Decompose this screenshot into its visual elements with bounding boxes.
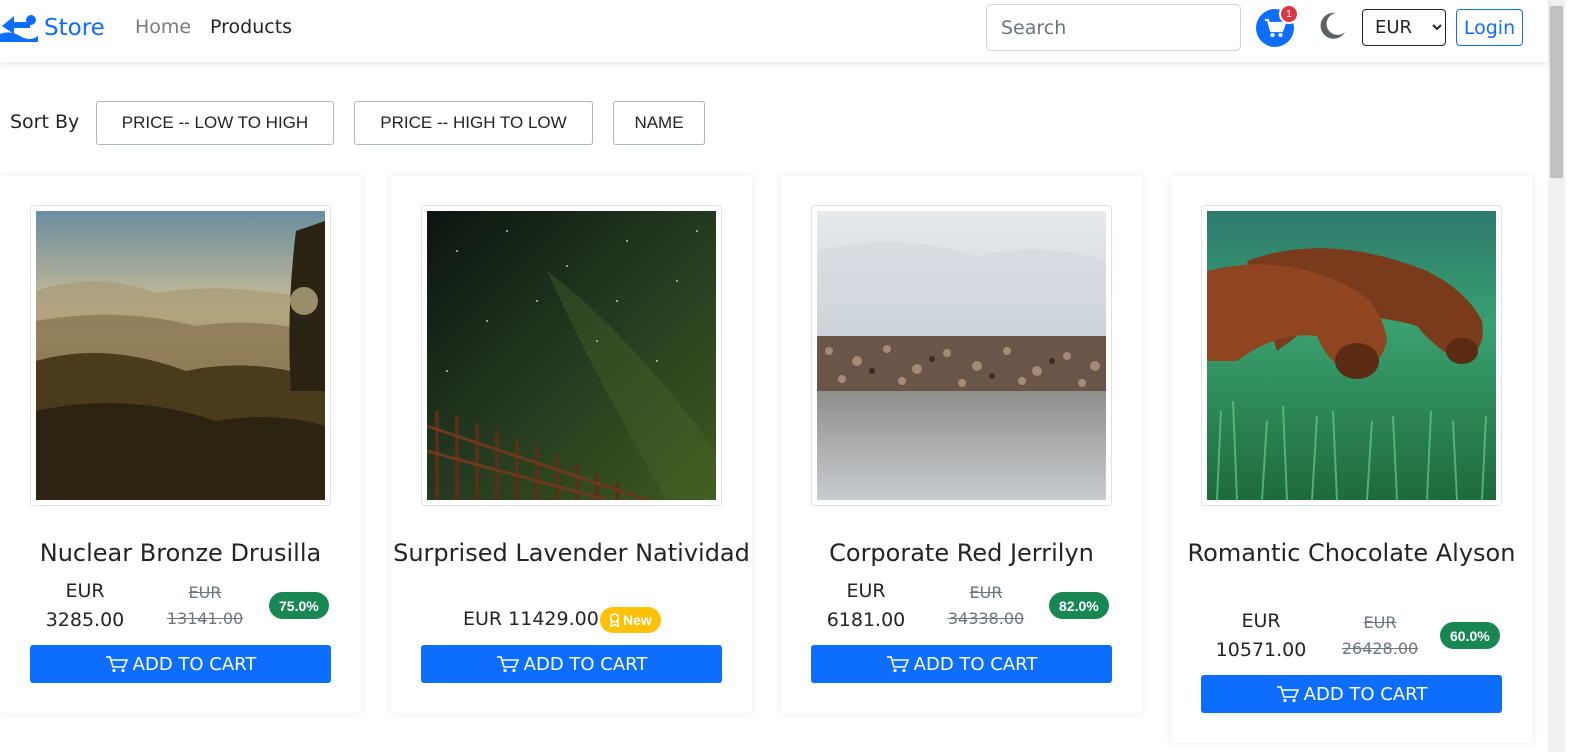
- login-button[interactable]: Login: [1456, 9, 1523, 46]
- moon-icon: [1320, 12, 1345, 39]
- product-card: Romantic Chocolate Alyson EUR 10571.00 E…: [1171, 176, 1532, 743]
- sort-price-high-low-button[interactable]: PRICE -- HIGH TO LOW: [354, 101, 593, 145]
- sort-name-button[interactable]: NAME: [613, 101, 705, 145]
- price-amount: 6181.00: [826, 609, 906, 631]
- add-cart-icon: [886, 656, 909, 673]
- page-scrollbar[interactable]: [1548, 0, 1565, 752]
- sort-price-low-high-button[interactable]: PRICE -- LOW TO HIGH: [96, 101, 334, 145]
- brand-link[interactable]: Store: [0, 10, 105, 46]
- product-card: Nuclear Bronze Drusilla EUR 3285.00 EUR …: [0, 176, 361, 713]
- add-to-cart-button[interactable]: ADD TO CART: [811, 645, 1112, 683]
- product-price: EUR 3285.00: [30, 577, 140, 635]
- add-to-cart-label: ADD TO CART: [523, 653, 648, 675]
- product-price: EUR 11429.00: [463, 608, 599, 630]
- add-cart-icon: [1276, 686, 1299, 703]
- add-cart-icon: [496, 656, 519, 673]
- search-input[interactable]: [986, 4, 1241, 51]
- add-to-cart-button[interactable]: ADD TO CART: [1201, 675, 1502, 713]
- discount-badge: 75.0%: [269, 592, 329, 619]
- product-photo: [427, 211, 716, 500]
- add-to-cart-label: ADD TO CART: [132, 653, 257, 675]
- price-amount: 3285.00: [45, 609, 125, 631]
- original-price: EUR 13141.00: [166, 583, 244, 628]
- scrollbar-thumb[interactable]: [1550, 6, 1563, 178]
- brand-name: Store: [44, 15, 105, 41]
- price-currency: EUR: [65, 580, 105, 602]
- new-badge-label: New: [623, 612, 652, 628]
- currency-select[interactable]: EUR: [1362, 9, 1446, 46]
- product-image[interactable]: [421, 205, 722, 506]
- product-title[interactable]: Nuclear Bronze Drusilla: [0, 538, 361, 568]
- product-title[interactable]: Romantic Chocolate Alyson: [1171, 538, 1532, 568]
- product-card: Surprised Lavender Natividad EUR 11429.0…: [391, 176, 752, 713]
- price-currency: EUR: [1241, 610, 1281, 632]
- product-price: EUR 6181.00: [811, 577, 921, 635]
- product-title[interactable]: Surprised Lavender Natividad: [391, 538, 752, 568]
- product-photo: [817, 211, 1106, 500]
- product-image[interactable]: [811, 205, 1112, 506]
- discount-badge: 82.0%: [1049, 592, 1109, 619]
- add-cart-icon: [105, 656, 128, 673]
- store-logo-icon: [0, 15, 38, 42]
- product-title[interactable]: Corporate Red Jerrilyn: [781, 538, 1142, 568]
- product-price: EUR 10571.00: [1201, 607, 1321, 665]
- add-to-cart-label: ADD TO CART: [1303, 683, 1428, 705]
- original-price: EUR 34338.00: [947, 583, 1025, 628]
- top-navbar: Store Home Products 1 EUR Login: [0, 0, 1548, 62]
- add-to-cart-button[interactable]: ADD TO CART: [421, 645, 722, 683]
- nav-home[interactable]: Home: [135, 16, 191, 38]
- add-to-cart-label: ADD TO CART: [913, 653, 1038, 675]
- product-photo: [36, 211, 325, 500]
- price-amount: 10571.00: [1215, 639, 1307, 661]
- nav-products[interactable]: Products: [210, 16, 292, 38]
- original-price: EUR 26428.00: [1341, 613, 1419, 658]
- new-badge: New: [600, 607, 661, 633]
- award-icon: [609, 613, 620, 627]
- product-image[interactable]: [30, 205, 331, 506]
- sort-label: Sort By: [10, 111, 80, 133]
- cart-count-badge: 1: [1279, 4, 1299, 24]
- product-photo: [1207, 211, 1496, 500]
- product-image[interactable]: [1201, 205, 1502, 506]
- product-card: Corporate Red Jerrilyn EUR 6181.00 EUR 3…: [781, 176, 1142, 713]
- theme-toggle-button[interactable]: [1316, 10, 1348, 42]
- discount-badge: 60.0%: [1440, 622, 1500, 649]
- price-currency: EUR: [846, 580, 886, 602]
- add-to-cart-button[interactable]: ADD TO CART: [30, 645, 331, 683]
